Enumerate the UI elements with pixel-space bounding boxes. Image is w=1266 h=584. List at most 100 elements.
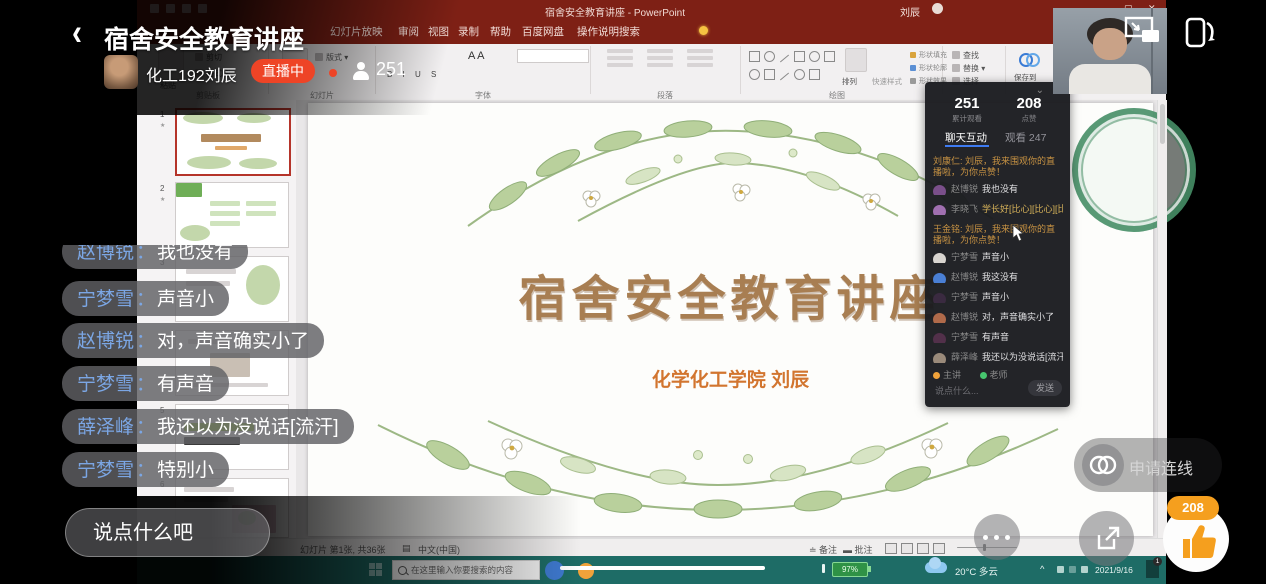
- tray-icon[interactable]: [1069, 566, 1076, 573]
- find-icon: [952, 51, 960, 59]
- callout-shape-icon: [809, 69, 820, 80]
- arrow-shape-icon: [780, 73, 789, 81]
- tab-slideshow[interactable]: 幻灯片放映: [330, 24, 383, 39]
- slide-thumbnail-1[interactable]: [175, 108, 291, 176]
- likes-label: 点赞: [1022, 113, 1037, 124]
- comments-toggle[interactable]: ▬ 批注: [843, 543, 873, 556]
- chat-message: 赵博锐对，声音确实小了: [933, 312, 1063, 323]
- tray-icon[interactable]: [1057, 566, 1064, 573]
- avatar: [933, 205, 946, 215]
- host-dot-icon: [933, 372, 940, 379]
- tab-review[interactable]: 审阅: [398, 24, 419, 39]
- taskbar-search-input[interactable]: 在这里输入你要搜索的内容: [392, 560, 540, 580]
- total-views-label: 累计观看: [952, 113, 982, 124]
- streamer-avatar[interactable]: [104, 55, 138, 89]
- replace-button[interactable]: 替换 ▾: [952, 63, 985, 74]
- school-seal-logo: [1072, 108, 1196, 232]
- find-button[interactable]: 查找: [952, 50, 979, 61]
- layout-icon: [315, 53, 323, 61]
- circle-shape-icon: [809, 51, 820, 62]
- share-button[interactable]: [1079, 511, 1134, 566]
- active-tab-underline: [945, 145, 989, 147]
- chat-message: 赵博锐我也没有: [933, 184, 1063, 195]
- shape-outline-button[interactable]: 形状轮廓: [910, 63, 947, 73]
- arrange-button[interactable]: [845, 48, 867, 72]
- search-icon: [398, 566, 407, 575]
- chat-message: 薛泽峰我还以为没说话[流汗]: [933, 352, 1063, 363]
- olive-branch-decoration: [368, 415, 1068, 537]
- tab-baidu-pan[interactable]: 百度网盘: [522, 24, 564, 39]
- chat-bubble: 宁梦雪：特别小: [62, 452, 229, 487]
- clock-date[interactable]: 2021/9/16: [1095, 565, 1133, 575]
- save-icon[interactable]: [150, 4, 159, 13]
- streamer-name[interactable]: 化工192刘辰: [146, 62, 237, 86]
- chat-bubble: 赵博锐：对，声音确实小了: [62, 323, 324, 358]
- chat-bubble: 薛泽峰：我还以为没说话[流汗]: [62, 409, 354, 444]
- chat-message-notice: 刘康仁: 刘辰，我来围观你的直播啦，为你点赞！: [933, 156, 1063, 178]
- share-icon: [1079, 511, 1134, 566]
- live-dot-icon: [329, 69, 337, 77]
- slide-sorter-view-icon[interactable]: [901, 543, 913, 554]
- quick-access-toolbar[interactable]: [150, 4, 207, 13]
- picture-in-picture-icon[interactable]: [1124, 16, 1162, 46]
- redo-icon[interactable]: [182, 4, 191, 13]
- shape-fill-button[interactable]: 形状填充: [910, 50, 947, 60]
- teacher-dot-icon: [980, 372, 987, 379]
- notes-toggle[interactable]: ≐ 备注: [809, 543, 837, 556]
- font-name-box[interactable]: [517, 49, 589, 63]
- presenter-body: [1069, 64, 1151, 94]
- thumb-number: 2: [160, 184, 164, 193]
- window-title: 宿舍安全教育讲座 - PowerPoint: [545, 4, 685, 19]
- live-stream-screen: 宿舍安全教育讲座 - PowerPoint 刘辰 — ▢ ✕ 幻灯片放映 审阅 …: [0, 0, 1266, 584]
- start-button[interactable]: [369, 563, 382, 576]
- normal-view-icon[interactable]: [885, 543, 897, 554]
- alignment-buttons[interactable]: [647, 46, 673, 70]
- tell-me-search[interactable]: 操作说明搜索: [577, 24, 640, 39]
- rotate-screen-icon[interactable]: [1183, 15, 1217, 51]
- bullet-list-buttons[interactable]: [607, 46, 633, 70]
- indent-buttons[interactable]: [687, 46, 713, 70]
- account-name[interactable]: 刘辰: [900, 4, 920, 19]
- tab-help[interactable]: 帮助: [490, 24, 511, 39]
- more-options-button[interactable]: [974, 514, 1020, 560]
- reading-view-icon[interactable]: [917, 543, 929, 554]
- tray-expand-chevron[interactable]: ^: [1040, 564, 1044, 575]
- quick-style-button[interactable]: 快速样式: [872, 76, 902, 87]
- weather-text[interactable]: 20°C 多云: [955, 564, 998, 578]
- frame-shape-icon: [824, 51, 835, 62]
- tab-record[interactable]: 录制: [458, 24, 479, 39]
- battery-indicator[interactable]: 97%: [832, 562, 868, 577]
- undo-icon[interactable]: [166, 4, 175, 13]
- layout-button[interactable]: 版式 ▾: [315, 52, 348, 63]
- chat-bubble: 宁梦雪：声音小: [62, 281, 229, 316]
- slideshow-icon[interactable]: [198, 4, 207, 13]
- edge-browser-icon[interactable]: [545, 561, 564, 580]
- spellcheck-icon[interactable]: ▤: [402, 543, 411, 554]
- tab-watching[interactable]: 观看 247: [1005, 130, 1046, 145]
- tab-view[interactable]: 视图: [428, 24, 449, 39]
- tell-me-bulb-icon: [699, 26, 708, 35]
- tab-chat-interaction[interactable]: 聊天互动: [945, 130, 987, 145]
- stream-seek-bar[interactable]: [560, 566, 765, 570]
- avatar: [933, 253, 946, 263]
- slide-thumbnail-2[interactable]: [175, 182, 289, 248]
- volume-icon[interactable]: [1081, 566, 1088, 573]
- account-avatar[interactable]: [932, 3, 943, 14]
- say-something-input[interactable]: 说点什么吧: [65, 508, 270, 557]
- action-center-icon[interactable]: 1: [1146, 560, 1159, 578]
- font-size-buttons[interactable]: A A: [468, 50, 485, 62]
- slideshow-view-icon[interactable]: [933, 543, 945, 554]
- panel-chat-input[interactable]: 说点什么...: [935, 384, 979, 397]
- ellipse-shape-icon: [764, 51, 775, 62]
- likes-value: 208: [1016, 95, 1041, 112]
- avatar: [933, 273, 946, 283]
- language-indicator[interactable]: 中文(中国): [418, 543, 460, 556]
- power-plug-icon: [822, 564, 825, 573]
- total-views-value: 251: [954, 95, 979, 112]
- chat-message-notice: 王金铭: 刘辰，我来围观你的直播啦，为你点赞！: [933, 224, 1063, 246]
- request-connect-button[interactable]: 申请连线: [1074, 438, 1222, 492]
- avatar: [933, 313, 946, 323]
- send-button[interactable]: 发送: [1028, 380, 1062, 396]
- back-button[interactable]: ‹: [72, 12, 82, 55]
- box-shape-icon: [764, 69, 775, 80]
